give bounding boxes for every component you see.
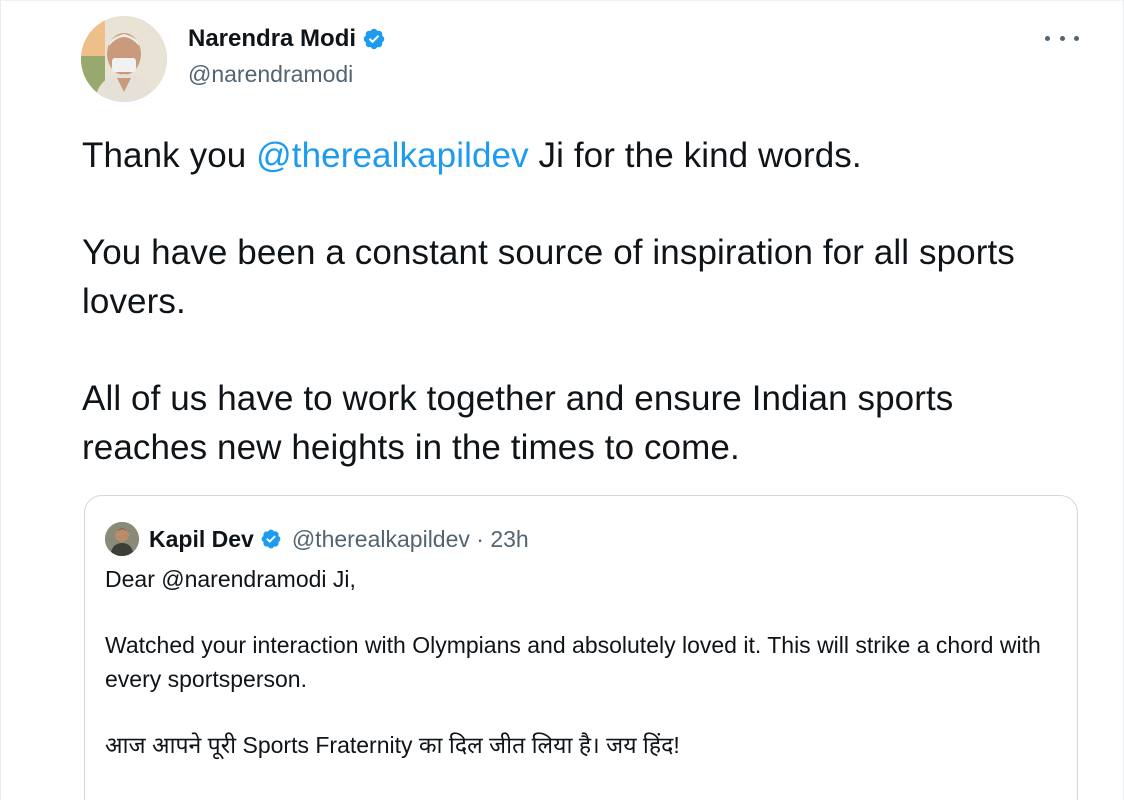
tweet-paragraph: You have been a constant source of inspi… — [82, 233, 1015, 321]
tweet-text: Thank you @therealkapildev Ji for the ki… — [82, 131, 1062, 520]
author-avatar-image — [81, 16, 167, 102]
tweet-text-post: Ji for the kind words. — [528, 136, 862, 175]
quoted-paragraph: आज आपने पूरी Sports Fraternity का दिल जी… — [105, 732, 680, 758]
quoted-paragraph: Dear @narendramodi Ji, — [105, 566, 356, 592]
quoted-tweet-header: Kapil Dev @therealkapildev · 23h — [105, 522, 529, 556]
more-dot-icon — [1045, 35, 1050, 41]
verified-badge-icon — [363, 28, 385, 50]
author-handle[interactable]: @narendramodi — [188, 61, 353, 88]
tweet-card: Narendra Modi @narendramodi Thank you @t… — [0, 0, 1124, 800]
more-dot-icon — [1059, 35, 1065, 41]
mention-link[interactable]: @therealkapildev — [256, 136, 529, 175]
quoted-paragraph: Watched your interaction with Olympians … — [105, 632, 1041, 692]
author-name[interactable]: Narendra Modi — [188, 25, 356, 53]
tweet-text-pre: Thank you — [82, 136, 257, 175]
more-options-icon[interactable] — [1045, 27, 1079, 49]
quoted-author-name: Kapil Dev — [149, 525, 254, 552]
quoted-tweet-text: Dear @narendramodi Ji, Watched your inte… — [105, 562, 1055, 794]
quoted-author-avatar-image — [105, 522, 139, 556]
verified-badge-icon — [261, 529, 281, 549]
author-avatar[interactable] — [81, 16, 167, 102]
tweet-paragraph: Thank you @therealkapildev Ji for the ki… — [82, 131, 1062, 180]
quoted-author-meta: @therealkapildev · 23h — [291, 525, 529, 552]
more-dot-icon — [1074, 35, 1079, 41]
author-header: Narendra Modi — [188, 25, 386, 53]
tweet-paragraph: All of us have to work together and ensu… — [82, 379, 954, 467]
quoted-author-avatar[interactable] — [105, 522, 139, 556]
quoted-tweet[interactable]: Kapil Dev @therealkapildev · 23h Dear @n… — [84, 495, 1078, 800]
